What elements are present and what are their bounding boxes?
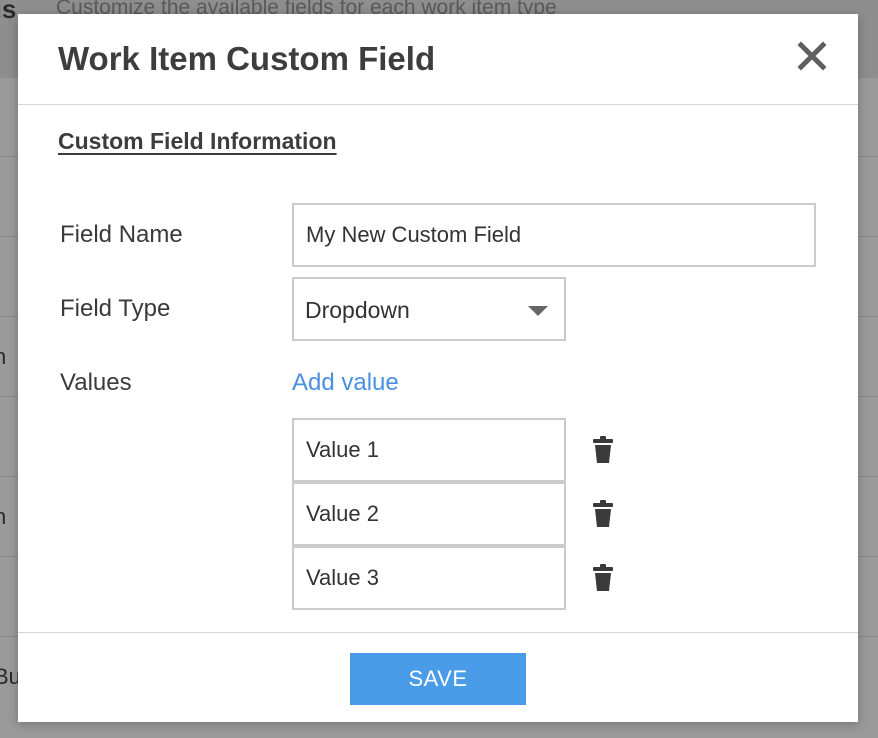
field-name-label: Field Name [60,221,183,248]
field-name-input[interactable] [292,203,816,267]
modal-header: Work Item Custom Field [18,14,858,105]
section-title: Custom Field Information [58,128,337,154]
value-input[interactable] [292,482,566,546]
delete-value-button[interactable] [590,563,616,593]
value-input[interactable] [292,546,566,610]
modal-footer: SAVE [18,632,858,723]
background-title: gs [0,0,17,24]
custom-field-modal: Work Item Custom Field Custom Field Info… [18,14,858,722]
background-row-fragment: n [0,504,7,529]
field-type-label: Field Type [60,295,171,322]
value-row [292,546,632,610]
trash-icon [593,564,613,591]
field-type-selected: Dropdown [305,297,410,323]
trash-icon [593,500,613,527]
field-type-select[interactable]: Dropdown [292,277,566,341]
close-button[interactable] [794,38,830,74]
save-button[interactable]: SAVE [350,653,526,705]
values-label: Values [60,369,132,396]
value-row [292,418,632,482]
chevron-down-icon [528,306,548,316]
close-icon [797,41,827,71]
modal-title: Work Item Custom Field [58,40,436,77]
delete-value-button[interactable] [590,435,616,465]
trash-icon [593,436,613,463]
background-row-fragment: n [0,344,7,369]
add-value-link[interactable]: Add value [292,369,399,397]
delete-value-button[interactable] [590,499,616,529]
value-input[interactable] [292,418,566,482]
value-row [292,482,632,546]
